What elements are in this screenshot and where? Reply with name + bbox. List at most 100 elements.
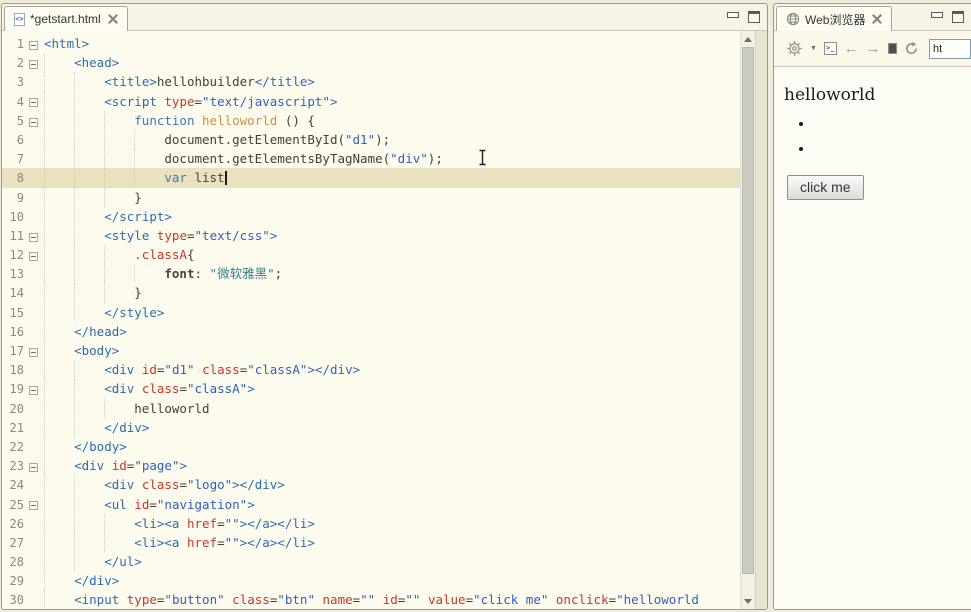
- preview-click-me-button[interactable]: click me: [787, 175, 864, 200]
- code-line-15[interactable]: 15 </style>: [2, 302, 740, 322]
- fold-toggle-icon[interactable]: [26, 457, 44, 476]
- collapse-minus-icon[interactable]: [29, 386, 38, 396]
- indent-guide: [44, 398, 74, 418]
- back-button[interactable]: ←: [844, 41, 859, 56]
- refresh-button[interactable]: [904, 41, 919, 56]
- code-line-9[interactable]: 9}: [2, 187, 740, 207]
- code-token: <script: [104, 93, 165, 109]
- fold-toggle-icon[interactable]: [26, 246, 44, 265]
- tab-web-browser[interactable]: Web浏览器: [776, 6, 893, 31]
- code-line-30[interactable]: 30 <input type="button" class="btn" name=…: [2, 590, 740, 609]
- code-token: type: [126, 592, 157, 608]
- code-line-21[interactable]: 21 </div>: [2, 417, 740, 437]
- code-line-26[interactable]: 26 <li><a href=""></a></li>: [2, 513, 740, 533]
- code-token: >: [269, 227, 278, 243]
- collapse-minus-icon[interactable]: [29, 98, 38, 108]
- code-line-10[interactable]: 10 </script>: [2, 206, 740, 226]
- collapse-minus-icon[interactable]: [29, 251, 38, 261]
- code-token: :: [194, 266, 210, 282]
- code-token: =: [179, 477, 187, 493]
- code-line-14[interactable]: 14}: [2, 283, 740, 303]
- indent-guide: [74, 283, 104, 303]
- code-line-3[interactable]: 3 <title>hellohbuilder</title>: [2, 72, 740, 92]
- code-line-13[interactable]: 13 font: "微软雅黑";: [2, 264, 740, 284]
- fold-toggle-icon[interactable]: [26, 227, 44, 246]
- collapse-minus-icon[interactable]: [29, 117, 38, 127]
- code-line-27[interactable]: 27 <li><a href=""></a></li>: [2, 532, 740, 553]
- forward-button[interactable]: →: [866, 41, 881, 56]
- code-editor[interactable]: 1 <html> 2 <head> 3 <title>hellohbuilder</tit…: [2, 31, 740, 609]
- console-icon[interactable]: >_: [823, 42, 837, 55]
- code-line-12[interactable]: 12 .classA{: [2, 245, 740, 265]
- fold-toggle-icon[interactable]: [26, 495, 44, 514]
- code-line-20[interactable]: 20 helloworld: [2, 398, 740, 418]
- code-line-16[interactable]: 16 </head>: [2, 321, 740, 341]
- code-line-24[interactable]: 24 <div class="logo"></div>: [2, 475, 740, 495]
- indent-guide: [74, 149, 104, 169]
- fold-toggle-icon[interactable]: [26, 54, 44, 73]
- settings-gear-icon[interactable]: [786, 40, 803, 57]
- code-line-2[interactable]: 2 <head>: [2, 53, 740, 73]
- close-icon[interactable]: [108, 14, 118, 24]
- scrollbar-thumb[interactable]: [742, 47, 754, 574]
- code-line-8[interactable]: 8 var list: [2, 168, 740, 188]
- collapse-minus-icon[interactable]: [29, 347, 38, 357]
- code-token: "button": [164, 592, 225, 608]
- indent-guide: [44, 168, 74, 188]
- collapse-minus-icon[interactable]: [29, 501, 38, 511]
- code-line-29[interactable]: 29 </div>: [2, 571, 740, 591]
- preview-text: helloworld: [784, 85, 876, 105]
- tab-getstart-html[interactable]: <> *getstart.html: [4, 6, 128, 31]
- collapse-minus-icon[interactable]: [29, 232, 38, 242]
- maximize-icon[interactable]: [748, 11, 760, 23]
- editor-scrollbar[interactable]: [740, 31, 755, 609]
- indent-guide: [74, 379, 104, 399]
- code-line-11[interactable]: 11 <style type="text/css">: [2, 225, 740, 246]
- line-number: 9: [16, 190, 24, 205]
- code-line-23[interactable]: 23 <div id="page">: [2, 456, 740, 476]
- fold-toggle-icon[interactable]: [26, 342, 44, 361]
- fold-toggle-icon[interactable]: [26, 92, 44, 111]
- code-token: type: [156, 227, 187, 243]
- code-token: "text/javascript": [202, 93, 330, 109]
- collapse-minus-icon[interactable]: [29, 40, 38, 50]
- url-input[interactable]: [929, 38, 971, 59]
- close-icon[interactable]: [872, 14, 882, 24]
- code-line-7[interactable]: 7 document.getElementsByTagName("div");: [2, 149, 740, 169]
- code-line-25[interactable]: 25 <ul id="navigation">: [2, 494, 740, 514]
- fold-toggle-icon[interactable]: [26, 112, 44, 131]
- scroll-down-button[interactable]: [741, 593, 755, 609]
- indent-guide: [104, 398, 134, 418]
- code-token: >: [179, 458, 188, 474]
- browser-window-controls: [931, 11, 964, 23]
- code-line-22[interactable]: 22 </body>: [2, 436, 740, 457]
- code-line-5[interactable]: 5 function helloworld () {: [2, 110, 740, 131]
- code-line-4[interactable]: 4 <script type="text/javascript">: [2, 91, 740, 111]
- line-number: 11: [9, 228, 24, 243]
- indent-guide: [44, 436, 74, 457]
- collapse-minus-icon[interactable]: [29, 463, 38, 473]
- maximize-icon[interactable]: [952, 11, 964, 23]
- code-line-19[interactable]: 19 <div class="classA">: [2, 379, 740, 399]
- stop-button[interactable]: [887, 43, 897, 54]
- code-token: >: [247, 496, 255, 512]
- code-token: <input: [74, 592, 127, 608]
- code-token: "d1": [345, 131, 376, 147]
- indent-guide: [74, 72, 104, 92]
- line-number: 19: [9, 382, 24, 397]
- code-line-17[interactable]: 17 <body>: [2, 341, 740, 361]
- indent-guide: [74, 302, 104, 322]
- collapse-minus-icon[interactable]: [29, 60, 38, 70]
- chevron-up-icon: [744, 36, 752, 42]
- minimize-icon[interactable]: [727, 12, 739, 18]
- scroll-up-button[interactable]: [741, 31, 755, 47]
- code-token: onclick: [555, 592, 609, 608]
- code-line-1[interactable]: 1 <html>: [2, 34, 740, 53]
- fold-toggle-icon[interactable]: [26, 35, 44, 54]
- dropdown-caret-icon[interactable]: ▼: [810, 45, 817, 52]
- code-line-28[interactable]: 28 </ul>: [2, 552, 740, 572]
- minimize-icon[interactable]: [931, 12, 943, 18]
- code-line-6[interactable]: 6 document.getElementById("d1");: [2, 129, 740, 150]
- code-line-18[interactable]: 18 <div id="d1" class="classA"></div>: [2, 360, 740, 380]
- fold-toggle-icon[interactable]: [26, 380, 44, 399]
